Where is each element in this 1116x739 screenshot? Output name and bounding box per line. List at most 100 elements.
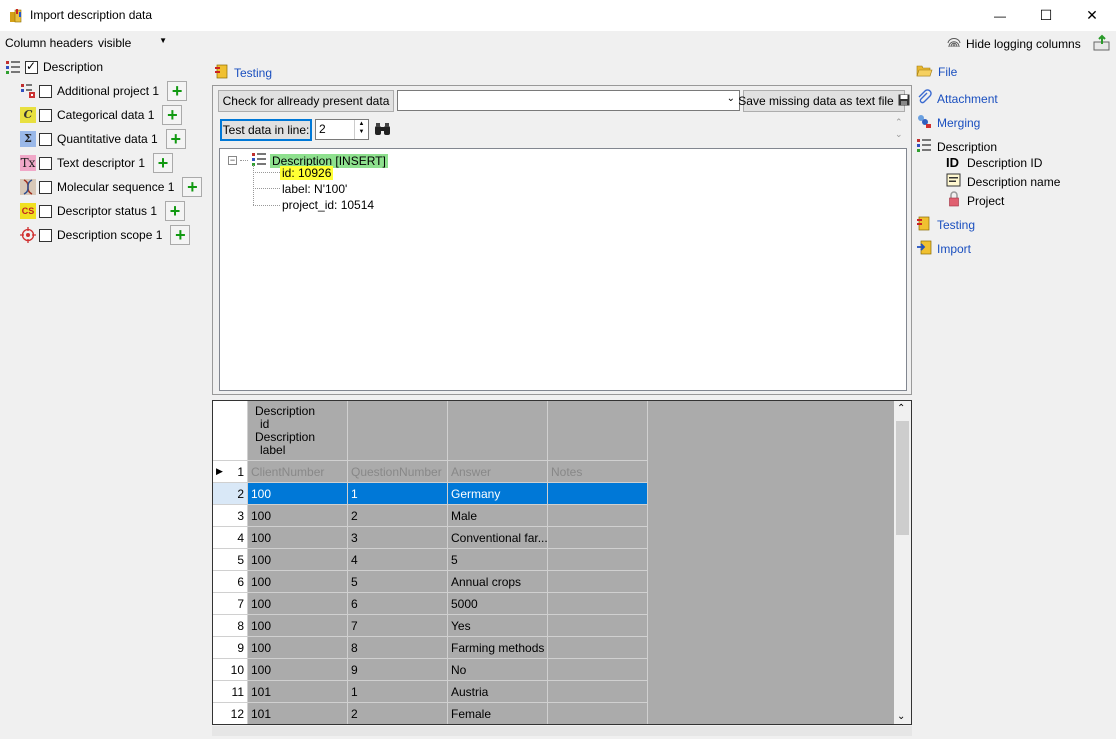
nav-merging[interactable]: Merging	[916, 113, 980, 132]
table-cell[interactable]	[548, 659, 648, 681]
minimize-button[interactable]: —	[977, 0, 1023, 31]
table-cell[interactable]: Farming methods ...	[448, 637, 548, 659]
table-cell[interactable]: 100	[248, 659, 348, 681]
description-checkbox[interactable]	[25, 59, 38, 74]
left-tree-item-molecular-sequence[interactable]: Molecular sequence 1 +	[20, 177, 203, 197]
maximize-button[interactable]: ☐	[1023, 0, 1069, 31]
table-cell[interactable]: Annual crops	[448, 571, 548, 593]
add-categorical-data-button[interactable]: +	[162, 105, 183, 125]
table-cell[interactable]: 100	[248, 571, 348, 593]
row-header[interactable]: 3	[213, 505, 248, 527]
table-cell[interactable]: Yes	[448, 615, 548, 637]
table-cell[interactable]	[548, 527, 648, 549]
quantitative-data-checkbox[interactable]	[39, 132, 52, 146]
table-cell[interactable]: Female	[448, 703, 548, 724]
tree-child-id[interactable]: id: 10926	[280, 166, 334, 180]
table-cell[interactable]: 8	[348, 637, 448, 659]
table-cell[interactable]: 100	[248, 505, 348, 527]
present-data-combo[interactable]: ⌄	[397, 90, 740, 111]
table-cell[interactable]: 100	[248, 593, 348, 615]
add-descriptor-status-button[interactable]: +	[165, 201, 186, 221]
grid-mapping-header[interactable]	[348, 401, 448, 461]
table-cell[interactable]: Conventional far...	[448, 527, 548, 549]
table-cell[interactable]: 5	[348, 571, 448, 593]
row-header[interactable]: 7	[213, 593, 248, 615]
table-cell[interactable]: Austria	[448, 681, 548, 703]
scroll-up-icon[interactable]: ⌃	[897, 403, 905, 414]
nav-file[interactable]: File	[916, 63, 957, 81]
scrollbar-thumb[interactable]	[896, 421, 909, 535]
left-tree-item-categorical-data[interactable]: C Categorical data 1 +	[20, 105, 183, 125]
additional-project-checkbox[interactable]	[39, 84, 52, 98]
grid-mapping-header[interactable]	[448, 401, 548, 461]
table-cell[interactable]: Male	[448, 505, 548, 527]
export-icon[interactable]	[1093, 34, 1111, 55]
row-header[interactable]: 2	[213, 483, 248, 505]
nav-project[interactable]: Project	[946, 191, 1004, 210]
table-cell[interactable]	[548, 681, 648, 703]
grid-column-header[interactable]: Notes	[548, 461, 648, 483]
add-text-descriptor-button[interactable]: +	[153, 153, 174, 173]
table-cell[interactable]: 100	[248, 527, 348, 549]
left-tree-item-descriptor-status[interactable]: CS Descriptor status 1 +	[20, 201, 186, 221]
nav-description-id[interactable]: ID Description ID	[946, 155, 1042, 170]
row-header[interactable]: 9	[213, 637, 248, 659]
panel-scroll-arrows[interactable]: ⌃ ⌄	[895, 116, 903, 140]
tree-child-project-id[interactable]: project_id: 10514	[282, 198, 374, 212]
row-header[interactable]: 12	[213, 703, 248, 724]
table-cell[interactable]: 1	[348, 681, 448, 703]
add-molecular-sequence-button[interactable]: +	[182, 177, 203, 197]
table-cell[interactable]: 6	[348, 593, 448, 615]
table-cell[interactable]	[548, 593, 648, 615]
tree-child-label[interactable]: label: N'100'	[282, 182, 347, 196]
left-tree-root[interactable]: Description	[5, 57, 103, 77]
table-cell[interactable]: 100	[248, 483, 348, 505]
row-header[interactable]: 11	[213, 681, 248, 703]
table-cell[interactable]: 100	[248, 549, 348, 571]
collapse-icon[interactable]: −	[228, 156, 237, 165]
test-data-in-line-button[interactable]: Test data in line:	[220, 119, 312, 141]
descriptor-status-checkbox[interactable]	[39, 204, 52, 218]
molecular-sequence-checkbox[interactable]	[39, 180, 52, 194]
grid-vertical-scrollbar[interactable]: ⌃ ⌄	[894, 401, 911, 724]
table-cell[interactable]: 3	[348, 527, 448, 549]
add-quantitative-data-button[interactable]: +	[165, 129, 186, 149]
table-cell[interactable]: 2	[348, 505, 448, 527]
left-tree-item-description-scope[interactable]: Description scope 1 +	[20, 225, 191, 245]
text-descriptor-checkbox[interactable]	[39, 156, 52, 170]
table-cell[interactable]: 101	[248, 703, 348, 724]
table-cell[interactable]: No	[448, 659, 548, 681]
table-cell[interactable]	[548, 703, 648, 724]
nav-attachment[interactable]: Attachment	[916, 89, 998, 108]
table-cell[interactable]: 9	[348, 659, 448, 681]
table-cell[interactable]	[548, 549, 648, 571]
row-header[interactable]: ▶ 1	[213, 461, 248, 483]
grid-mapping-header[interactable]	[548, 401, 648, 461]
add-description-scope-button[interactable]: +	[170, 225, 191, 245]
scroll-down-icon[interactable]: ⌄	[897, 711, 905, 722]
table-cell[interactable]: 100	[248, 615, 348, 637]
table-cell[interactable]: 5	[448, 549, 548, 571]
hide-logging-button[interactable]: Hide logging columns	[946, 34, 1081, 53]
row-header[interactable]: 5	[213, 549, 248, 571]
table-cell[interactable]: 1	[348, 483, 448, 505]
row-header[interactable]: 10	[213, 659, 248, 681]
save-missing-data-button[interactable]: Save missing data as text file	[738, 90, 910, 112]
left-tree-item-additional-project[interactable]: Additional project 1 +	[20, 81, 188, 101]
nav-import[interactable]: Import	[916, 239, 971, 258]
table-cell[interactable]	[548, 483, 648, 505]
table-cell[interactable]	[548, 637, 648, 659]
binoculars-icon[interactable]	[374, 122, 391, 139]
row-header[interactable]: 4	[213, 527, 248, 549]
table-cell[interactable]: 7	[348, 615, 448, 637]
check-present-data-button[interactable]: Check for allready present data	[218, 90, 394, 112]
table-cell[interactable]: 4	[348, 549, 448, 571]
nav-description-name[interactable]: Description name	[946, 173, 1060, 190]
add-additional-project-button[interactable]: +	[167, 81, 188, 101]
table-cell[interactable]	[548, 615, 648, 637]
table-cell[interactable]	[548, 571, 648, 593]
close-button[interactable]: ✕	[1069, 0, 1115, 31]
spinner-arrows-icon[interactable]: ▲ ▼	[354, 120, 368, 139]
categorical-data-checkbox[interactable]	[39, 108, 52, 122]
test-line-spinner[interactable]: 2 ▲ ▼	[315, 119, 369, 140]
